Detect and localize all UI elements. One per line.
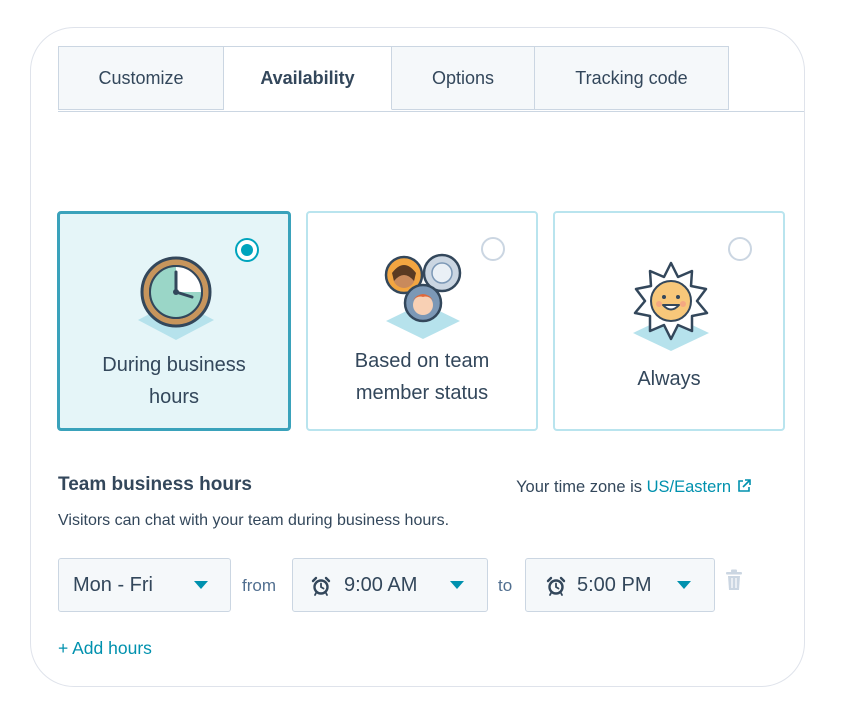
option-label-always: Always	[555, 363, 783, 395]
team-avatars-icon	[384, 253, 462, 339]
days-select-value: Mon - Fri	[73, 573, 153, 596]
option-label-team-status: Based on team member status	[308, 345, 536, 409]
from-label: from	[242, 576, 276, 595]
chevron-down-icon	[677, 581, 691, 589]
option-card-team-status[interactable]: Based on team member status	[306, 211, 538, 431]
sun-icon	[633, 261, 709, 351]
external-link-icon[interactable]	[736, 478, 752, 494]
alarm-clock-icon	[546, 576, 566, 596]
timezone-link[interactable]: US/Eastern	[647, 478, 731, 496]
tab-divider	[58, 111, 804, 112]
tab-tracking-code[interactable]: Tracking code	[535, 46, 729, 110]
radio-always[interactable]	[728, 237, 752, 261]
timezone-info: Your time zone is US/Eastern	[516, 478, 752, 497]
radio-business-hours[interactable]	[235, 238, 259, 262]
section-title-business-hours: Team business hours	[58, 474, 252, 495]
option-card-business-hours[interactable]: During business hours	[57, 211, 291, 431]
option-label-line1: Always	[637, 368, 701, 390]
radio-team-status[interactable]	[481, 237, 505, 261]
timezone-prefix: Your time zone is	[516, 478, 643, 496]
option-card-always[interactable]: Always	[553, 211, 785, 431]
option-label-line1: During business	[102, 354, 246, 376]
to-label: to	[498, 576, 513, 595]
tab-options[interactable]: Options	[392, 46, 535, 110]
start-time-value: 9:00 AM	[344, 573, 418, 596]
tab-bar: Customize Availability Options Tracking …	[58, 46, 729, 112]
option-label-line2: hours	[148, 386, 200, 408]
chat-settings-panel: Customize Availability Options Tracking …	[30, 27, 805, 687]
end-time-select[interactable]: 5:00 PM	[525, 558, 715, 612]
option-label-business-hours: During business hours	[60, 349, 288, 413]
option-label-line1: Based on team	[354, 350, 490, 372]
clock-icon	[138, 256, 214, 340]
alarm-clock-icon	[311, 576, 331, 596]
chevron-down-icon	[450, 581, 464, 589]
chevron-down-icon	[194, 581, 208, 589]
start-time-select[interactable]: 9:00 AM	[292, 558, 488, 612]
option-label-line2: member status	[355, 382, 489, 404]
trash-icon[interactable]	[725, 569, 743, 591]
business-hours-description: Visitors can chat with your team during …	[58, 512, 450, 529]
tab-availability[interactable]: Availability	[224, 46, 392, 110]
days-select[interactable]: Mon - Fri	[58, 558, 231, 612]
end-time-value: 5:00 PM	[577, 573, 652, 596]
add-hours-link[interactable]: + Add hours	[58, 638, 152, 659]
tab-customize[interactable]: Customize	[58, 46, 224, 110]
